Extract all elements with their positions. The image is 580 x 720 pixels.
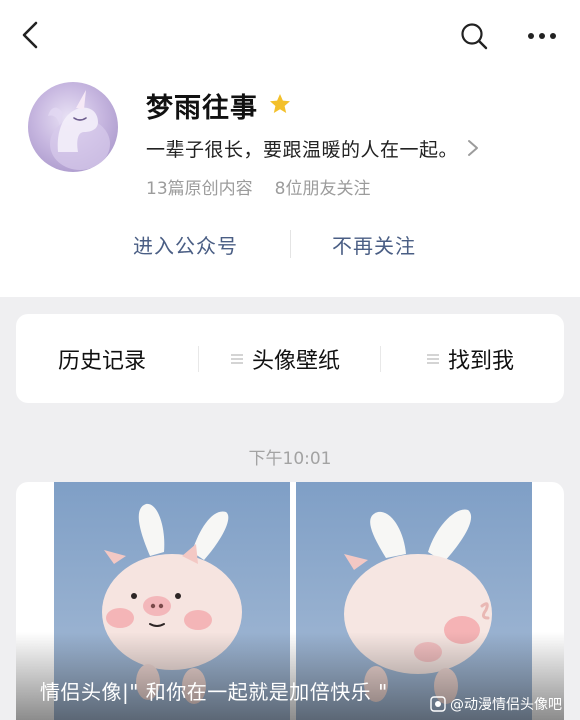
stats-row: 13篇原创内容 8位朋友关注 [146,174,392,199]
action-divider [290,230,291,258]
menu-item-wallpaper[interactable]: 头像壁纸 [230,314,340,403]
avatar[interactable] [28,82,118,172]
profile-header: 梦雨往事 一辈子很长，要跟温暖的人在一起。 13篇原创内容 8位朋友关注 进入公… [0,0,580,297]
account-name: 梦雨往事 [146,93,258,124]
unfollow-button[interactable]: 不再关注 [332,230,416,259]
article-title[interactable]: 情侣头像|" 和你在一起就是加倍快乐 " [40,676,388,705]
chevron-right-icon [468,140,479,156]
more-icon[interactable] [524,24,560,48]
message-timestamp: 下午10:01 [248,449,332,469]
back-icon[interactable] [18,20,44,50]
star-icon [270,94,290,113]
action-row: 进入公众号 不再关注 [0,222,580,268]
account-menu: 历史记录 头像壁纸 找到我 [16,314,564,403]
search-icon[interactable] [458,20,490,52]
article-count: 13篇原创内容 [146,179,253,199]
article-card[interactable]: 情侣头像|" 和你在一起就是加倍快乐 " [16,482,564,720]
menu-item-find-me[interactable]: 找到我 [426,314,514,403]
friends-following-count[interactable]: 8位朋友关注 [275,174,371,199]
enter-account-button[interactable]: 进入公众号 [133,230,238,259]
watermark-text: @动漫情侣头像吧 [450,697,562,713]
menu-item-label: 找到我 [448,348,515,374]
menu-divider [198,346,199,372]
menu-item-label: 历史记录 [58,348,147,374]
menu-item-label: 头像壁纸 [252,348,341,374]
unicorn-avatar-image [48,90,110,170]
submenu-icon [427,353,439,364]
watermark: @动漫情侣头像吧 [430,694,562,714]
weibo-logo-icon [430,696,446,712]
bio-row[interactable]: 一辈子很长，要跟温暖的人在一起。 [146,134,480,162]
menu-item-history[interactable]: 历史记录 [58,314,146,403]
submenu-icon [231,353,243,364]
menu-divider [380,346,381,372]
bio-text: 一辈子很长，要跟温暖的人在一起。 [146,138,459,161]
